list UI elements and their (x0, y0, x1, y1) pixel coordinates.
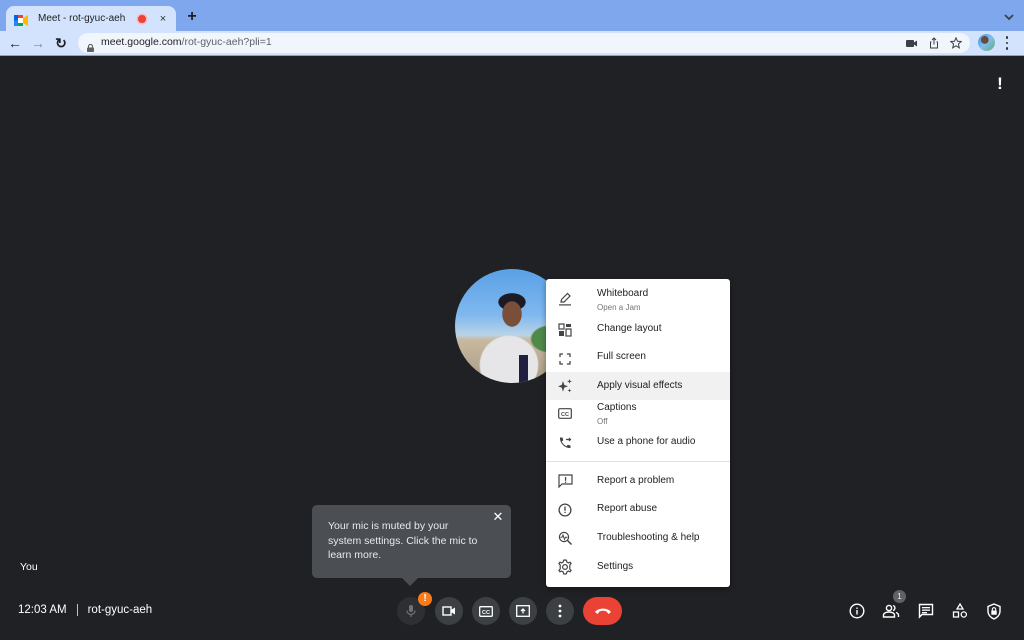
camera-icon[interactable] (904, 35, 920, 51)
menu-item-label: Captions (597, 402, 637, 413)
troubleshoot-icon (557, 530, 573, 546)
browser-tab[interactable]: Meet - rot-gyuc-aeh × (6, 6, 176, 31)
avatar-detail (519, 355, 528, 383)
svg-text:CC: CC (482, 609, 490, 615)
hang-up-icon (594, 608, 611, 614)
lock-icon[interactable] (87, 39, 94, 52)
menu-item-apply-visual-effects[interactable]: Apply visual effects (546, 372, 730, 400)
call-controls: ! CC 1 (0, 590, 1024, 625)
menu-item-label: Full screen (597, 351, 646, 362)
menu-item-captions[interactable]: CC Captions Off (546, 400, 730, 432)
tab-title: Meet - rot-gyuc-aeh (38, 13, 126, 24)
browser-toolbar: ← → ↻ meet.google.com/rot-gyuc-aeh?pli=1 (0, 31, 1024, 55)
google-meet-icon (14, 13, 28, 26)
new-tab-button[interactable]: + (184, 8, 200, 26)
recording-dot-icon (138, 14, 146, 23)
present-screen-icon (516, 605, 530, 617)
menu-item-use-phone-audio[interactable]: Use a phone for audio (546, 432, 730, 460)
shield-lock-icon (987, 602, 1001, 620)
menu-item-label: Report a problem (597, 475, 675, 486)
profile-avatar[interactable] (978, 34, 995, 51)
menu-item-sublabel: Off (597, 417, 608, 426)
menu-item-full-screen[interactable]: Full screen (546, 344, 730, 372)
people-count-badge: 1 (893, 590, 906, 603)
menu-item-label: Whiteboard (597, 288, 649, 299)
menu-item-label: Settings (597, 561, 634, 572)
present-button[interactable] (509, 597, 537, 625)
mic-warning-badge[interactable]: ! (418, 592, 432, 606)
menu-item-label: Change layout (597, 323, 662, 334)
svg-text:CC: CC (561, 411, 569, 417)
menu-item-troubleshooting[interactable]: Troubleshooting & help (546, 523, 730, 551)
tooltip-arrow (402, 578, 418, 586)
activities-shapes-icon (952, 603, 968, 618)
mic-muted-tooltip: Your mic is muted by your system setting… (312, 505, 511, 586)
phone-forward-icon (557, 435, 573, 451)
more-options-menu: Whiteboard Open a Jam Change layout Full… (546, 279, 730, 587)
url-path: /rot-gyuc-aeh?pli=1 (181, 36, 272, 48)
activities-button[interactable] (950, 601, 970, 621)
tab-search-chevron-icon[interactable] (1002, 10, 1016, 22)
info-icon (849, 603, 865, 619)
menu-item-settings[interactable]: Settings (546, 551, 730, 581)
host-controls-button[interactable] (984, 601, 1004, 621)
feedback-icon (557, 473, 573, 489)
menu-item-report-abuse[interactable]: Report abuse (546, 495, 730, 523)
menu-item-change-layout[interactable]: Change layout (546, 316, 730, 344)
people-icon (882, 604, 900, 618)
people-button[interactable] (881, 601, 901, 621)
tab-close-button[interactable]: × (158, 13, 168, 25)
bookmark-star-icon[interactable] (948, 35, 964, 51)
tooltip-text: Your mic is muted by your system setting… (328, 520, 478, 561)
layout-icon (557, 322, 573, 338)
fullscreen-icon (557, 351, 573, 367)
menu-item-label: Troubleshooting & help (597, 532, 700, 543)
captions-icon: CC (479, 605, 493, 617)
sparkle-icon (557, 378, 573, 394)
chat-button[interactable] (916, 601, 936, 621)
reload-button[interactable]: ↻ (52, 34, 70, 52)
meet-stage: ! You 12:03 AM rot-gyuc-aeh Your mic is … (0, 56, 1024, 640)
menu-item-label: Report abuse (597, 503, 658, 514)
menu-divider (546, 461, 730, 462)
chat-icon (918, 603, 934, 619)
alert-icon[interactable]: ! (994, 75, 1006, 92)
browser-tab-strip: Meet - rot-gyuc-aeh × + (0, 0, 1024, 31)
share-icon[interactable] (926, 35, 942, 51)
camera-icon (442, 606, 455, 616)
cc-icon: CC (557, 405, 573, 421)
menu-item-label: Apply visual effects (597, 380, 683, 391)
menu-item-label: Use a phone for audio (597, 436, 696, 447)
url-text[interactable]: meet.google.com/rot-gyuc-aeh?pli=1 (101, 36, 272, 48)
forward-button[interactable]: → (29, 34, 47, 52)
back-button[interactable]: ← (6, 34, 24, 52)
pencil-icon (557, 291, 573, 307)
report-icon (557, 502, 573, 518)
tooltip-close-button[interactable]: ✕ (492, 510, 504, 523)
url-host: meet.google.com (101, 36, 182, 48)
microphone-muted-icon (406, 605, 416, 617)
menu-item-sublabel: Open a Jam (597, 303, 641, 312)
more-options-button[interactable] (546, 597, 574, 625)
address-bar[interactable]: meet.google.com/rot-gyuc-aeh?pli=1 (78, 33, 970, 53)
browser-menu-button[interactable] (1003, 35, 1011, 51)
meeting-details-button[interactable] (847, 601, 867, 621)
participant-name-label: You (20, 561, 38, 573)
leave-call-button[interactable] (583, 597, 622, 625)
more-vert-icon (558, 604, 562, 618)
menu-item-report-problem[interactable]: Report a problem (546, 467, 730, 495)
captions-button[interactable]: CC (472, 597, 500, 625)
gear-icon (557, 559, 573, 575)
camera-button[interactable] (435, 597, 463, 625)
menu-item-whiteboard[interactable]: Whiteboard Open a Jam (546, 279, 730, 316)
